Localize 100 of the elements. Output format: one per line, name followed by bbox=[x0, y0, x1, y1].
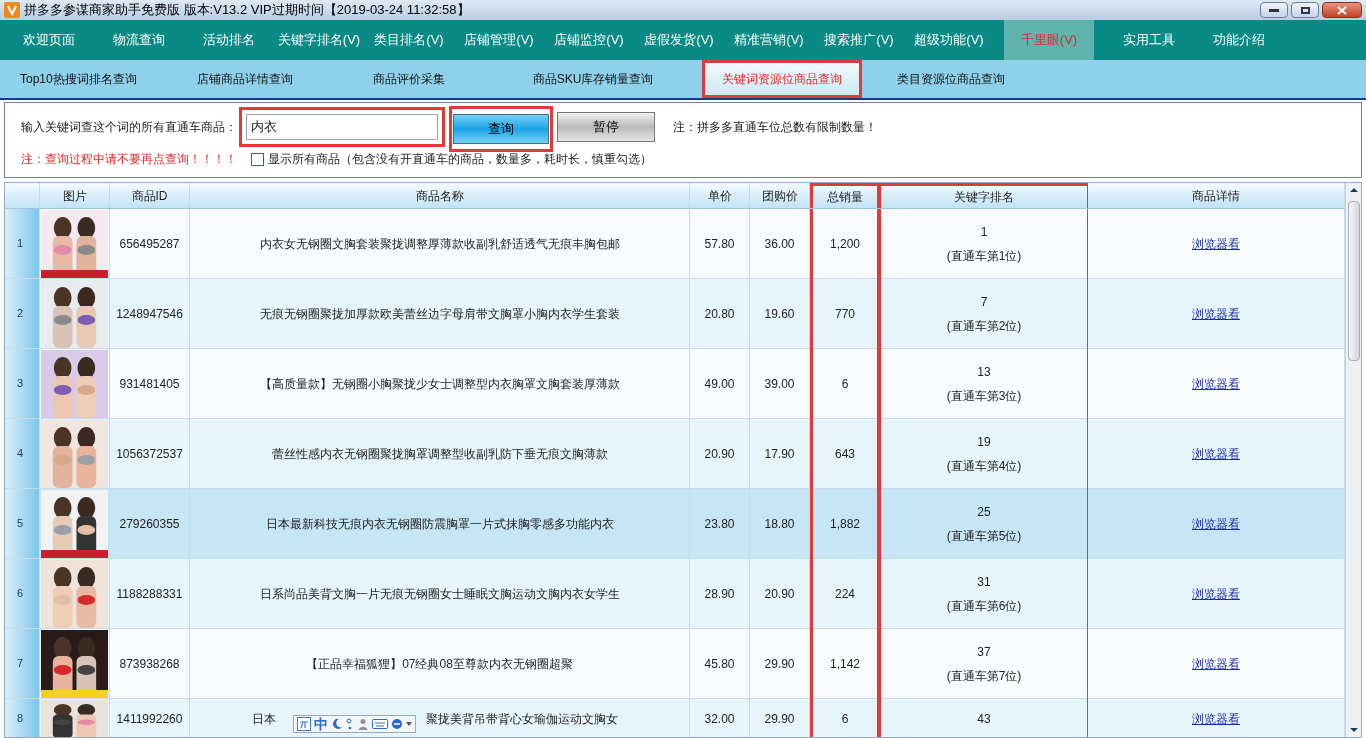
browser-view-link[interactable]: 浏览器看 bbox=[1192, 710, 1240, 728]
pause-button[interactable]: 暂停 bbox=[557, 112, 655, 142]
row-number: 7 bbox=[17, 656, 24, 672]
sub-tab[interactable]: 商品评价采集 bbox=[334, 60, 484, 98]
table-cell-text: 873938268 bbox=[119, 656, 180, 673]
row-number: 5 bbox=[17, 516, 24, 532]
table-row[interactable]: 6 1188288331 日系尚品美背文胸一片无痕无钢圈女士睡眠文胸运动文胸内衣女学生 28.90 20.90 224 31 (直通车第6位) 浏览器看 bbox=[5, 559, 1345, 629]
table-cell-text: (直通车第5位) bbox=[946, 528, 1022, 545]
table-cell-text: (直通车第1位) bbox=[946, 248, 1022, 265]
table-cell-text: (直通车第6位) bbox=[946, 598, 1022, 615]
table-cell-text: 日本最新科技无痕内衣无钢圈防震胸罩一片式抹胸零感多功能内衣 bbox=[265, 516, 614, 533]
table-cell-text: 日本 bbox=[252, 711, 276, 728]
browser-view-link[interactable]: 浏览器看 bbox=[1192, 375, 1240, 393]
table-cell-text: 聚拢美背吊带背心女瑜伽运动文胸女 bbox=[426, 711, 618, 728]
window-title: 拼多多参谋商家助手免费版 版本:V13.2 VIP过期时间【2019-03-24 11:32:58】 bbox=[24, 1, 470, 20]
browser-view-link[interactable]: 浏览器看 bbox=[1192, 515, 1240, 533]
menu-tab[interactable]: 实用工具 bbox=[1104, 20, 1194, 60]
table-cell-text: 49.00 bbox=[704, 376, 735, 393]
table-cell-text: 6 bbox=[841, 711, 849, 728]
menu-tab[interactable]: 店铺监控(V) bbox=[544, 20, 634, 60]
table-cell-text: 17.90 bbox=[764, 446, 795, 463]
table-cell-text: 29.90 bbox=[764, 656, 795, 673]
browser-view-link[interactable]: 浏览器看 bbox=[1192, 585, 1240, 603]
sub-tab[interactable]: Top10热搜词排名查询 bbox=[6, 60, 156, 98]
table-cell-text: 内衣女无钢圈文胸套装聚拢调整厚薄款收副乳舒适透气无痕丰胸包邮 bbox=[259, 236, 620, 253]
table-cell-text: 20.90 bbox=[704, 446, 735, 463]
menu-tab[interactable]: 虚假发货(V) bbox=[634, 20, 724, 60]
menu-tab[interactable]: 类目排名(V) bbox=[364, 20, 454, 60]
row-number: 8 bbox=[17, 711, 24, 727]
ime-mode: 中 bbox=[314, 714, 328, 734]
warning-text: 注：查询过程中请不要再点查询！！！！ bbox=[21, 151, 237, 168]
table-row[interactable]: 3 931481405 【高质量款】无钢圈小胸聚拢少女士调整型内衣胸罩文胸套装厚薄款 49.00 39.00 6 13 (直通车第3位) 浏览器看 bbox=[5, 349, 1345, 419]
table-cell-text: 32.00 bbox=[704, 711, 735, 728]
sub-tab[interactable]: 类目资源位商品查询 bbox=[876, 60, 1026, 98]
menu-tab[interactable]: 关键字排名(V) bbox=[274, 20, 364, 60]
table-cell-text: 23.80 bbox=[704, 516, 735, 533]
row-number: 3 bbox=[17, 376, 24, 392]
table-cell-text: (直通车第4位) bbox=[946, 458, 1022, 475]
row-number: 6 bbox=[17, 586, 24, 602]
menu-tab[interactable]: 店铺管理(V) bbox=[454, 20, 544, 60]
table-row[interactable]: 1 656495287 内衣女无钢圈文胸套装聚拢调整厚薄款收副乳舒适透气无痕丰胸包邮 57.80 36.00 1,200 1 (直通车第1位) 浏览器看 bbox=[5, 209, 1345, 279]
menu-tab[interactable]: 精准营销(V) bbox=[724, 20, 814, 60]
ime-toolbar[interactable]: 中 bbox=[293, 715, 416, 733]
table-cell-text: (直通车第7位) bbox=[946, 668, 1022, 685]
table-cell-text: 日系尚品美背文胸一片无痕无钢圈女士睡眠文胸运动文胸内衣女学生 bbox=[259, 586, 620, 603]
table-cell-text: 224 bbox=[835, 586, 855, 603]
sub-tab[interactable]: 商品SKU库存销量查询 bbox=[498, 60, 688, 98]
table-cell-text: 20.80 bbox=[704, 306, 735, 323]
table-cell-text: 29.90 bbox=[764, 711, 795, 728]
keyword-field[interactable]: 内衣 bbox=[239, 107, 445, 147]
row-number: 1 bbox=[17, 236, 24, 252]
table-cell-text: 643 bbox=[835, 446, 855, 463]
table-cell-text: 39.00 bbox=[764, 376, 795, 393]
column-header[interactable]: 单价 bbox=[690, 183, 750, 208]
table-cell-text: 1,200 bbox=[830, 236, 860, 253]
table-cell-text: 1411992260 bbox=[116, 711, 183, 728]
sub-tab[interactable]: 关键词资源位商品查询 bbox=[702, 60, 862, 98]
limit-note: 注：拼多多直通车位总数有限制数量！ bbox=[673, 119, 877, 136]
menu-tab[interactable]: 活动排名 bbox=[184, 20, 274, 60]
table-row[interactable]: 4 1056372537 蕾丝性感内衣无钢圈聚拢胸罩调整型收副乳防下垂无痕文胸薄款 20.90 17.90 643 19 (直通车第4位) 浏览器看 bbox=[5, 419, 1345, 489]
show-all-label: 显示所有商品（包含没有开直通车的商品，数量多，耗时长，慎重勾选） bbox=[268, 151, 652, 168]
table-cell-text: 931481405 bbox=[119, 376, 180, 393]
table-cell-text: 1056372537 bbox=[116, 446, 183, 463]
table-cell-text: 蕾丝性感内衣无钢圈聚拢胸罩调整型收副乳防下垂无痕文胸薄款 bbox=[271, 446, 608, 463]
menu-tab[interactable]: 物流查询 bbox=[94, 20, 184, 60]
table-cell-text: 19.60 bbox=[764, 306, 795, 323]
table-cell-text: 36.00 bbox=[764, 236, 795, 253]
browser-view-link[interactable]: 浏览器看 bbox=[1192, 655, 1240, 673]
table-cell-text: 6 bbox=[841, 376, 849, 393]
row-number: 2 bbox=[17, 306, 24, 322]
menu-tab[interactable]: 欢迎页面 bbox=[4, 20, 94, 60]
browser-view-link[interactable]: 浏览器看 bbox=[1192, 445, 1240, 463]
query-button[interactable]: 查询 bbox=[453, 114, 549, 144]
table-cell-text: 【高质量款】无钢圈小胸聚拢少女士调整型内衣胸罩文胸套装厚薄款 bbox=[259, 376, 620, 393]
browser-view-link[interactable]: 浏览器看 bbox=[1192, 235, 1240, 253]
table-cell-text: 1248947546 bbox=[116, 306, 183, 323]
column-header[interactable]: 团购价 bbox=[750, 183, 810, 208]
table-cell-text: 18.80 bbox=[764, 516, 795, 533]
table-row[interactable]: 2 1248947546 无痕无钢圈聚拢加厚款欧美蕾丝边字母肩带文胸罩小胸内衣学生套装 20.80 19.60 770 7 (直通车第2位) 浏览器看 bbox=[5, 279, 1345, 349]
table-cell-text: 37 bbox=[977, 644, 991, 661]
browser-view-link[interactable]: 浏览器看 bbox=[1192, 305, 1240, 323]
column-header[interactable]: 商品ID bbox=[110, 183, 190, 208]
table-cell-text: 【正品幸福狐狸】07经典08至尊款内衣无钢圈超聚 bbox=[306, 656, 573, 673]
menu-tab[interactable]: 搜索推广(V) bbox=[814, 20, 904, 60]
table-row[interactable]: 7 873938268 【正品幸福狐狸】07经典08至尊款内衣无钢圈超聚 45.80 29.90 1,142 37 (直通车第7位) 浏览器看 bbox=[5, 629, 1345, 699]
keyword-label: 输入关键词查这个词的所有直通车商品： bbox=[21, 119, 237, 136]
table-cell-text: 45.80 bbox=[704, 656, 735, 673]
table-cell-text: (直通车第2位) bbox=[946, 318, 1022, 335]
menu-tab[interactable]: 超级功能(V) bbox=[904, 20, 994, 60]
row-number: 4 bbox=[17, 446, 24, 462]
table-cell-text: 656495287 bbox=[119, 236, 180, 253]
table-cell-text: 57.80 bbox=[704, 236, 735, 253]
column-header[interactable]: 商品名称 bbox=[190, 183, 690, 208]
table-cell-text: 13 bbox=[977, 364, 991, 381]
column-header[interactable]: 图片 bbox=[40, 183, 110, 208]
table-cell-text: 1,142 bbox=[830, 656, 860, 673]
menu-tab[interactable]: 功能介绍 bbox=[1194, 20, 1284, 60]
sub-tab[interactable]: 店铺商品详情查询 bbox=[170, 60, 320, 98]
table-cell-text: 1188288331 bbox=[116, 586, 183, 603]
table-row[interactable]: 5 279260355 日本最新科技无痕内衣无钢圈防震胸罩一片式抹胸零感多功能内衣 23.80 18.80 1,882 25 (直通车第5位) 浏览器看 bbox=[5, 489, 1345, 559]
